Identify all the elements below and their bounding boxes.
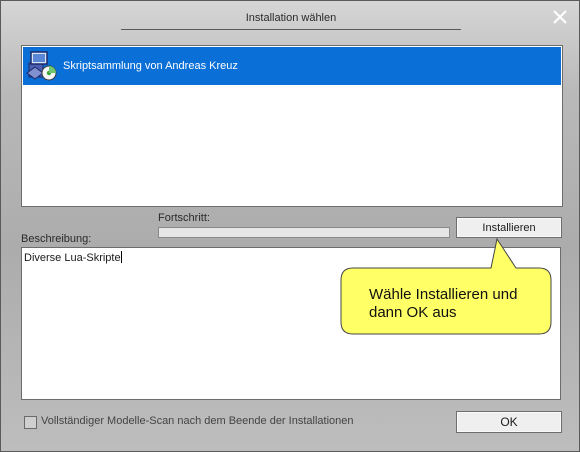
full-scan-checkbox[interactable]	[24, 416, 37, 429]
list-item[interactable]: Skriptsammlung von Andreas Kreuz	[23, 47, 561, 85]
install-button[interactable]: Installieren	[456, 217, 562, 238]
close-x-icon	[553, 10, 567, 24]
progress-label: Fortschritt:	[158, 212, 210, 224]
window-title: Installation wählen	[121, 7, 461, 30]
package-list[interactable]: Skriptsammlung von Andreas Kreuz	[21, 45, 563, 207]
install-package-icon	[26, 51, 57, 81]
full-scan-label: Vollständiger Modelle-Scan nach dem Been…	[41, 415, 354, 427]
install-dialog-window: Installation wählen Skriptsammlung von A…	[0, 0, 580, 452]
package-label: Skriptsammlung von Andreas Kreuz	[63, 60, 238, 72]
close-button[interactable]	[551, 8, 569, 26]
ok-button[interactable]: OK	[456, 411, 562, 433]
text-caret	[120, 251, 122, 263]
description-label: Beschreibung:	[21, 233, 92, 245]
callout-text: Wähle Installieren und dann OK aus	[369, 286, 518, 321]
description-text: Diverse Lua-Skripte	[24, 252, 121, 264]
